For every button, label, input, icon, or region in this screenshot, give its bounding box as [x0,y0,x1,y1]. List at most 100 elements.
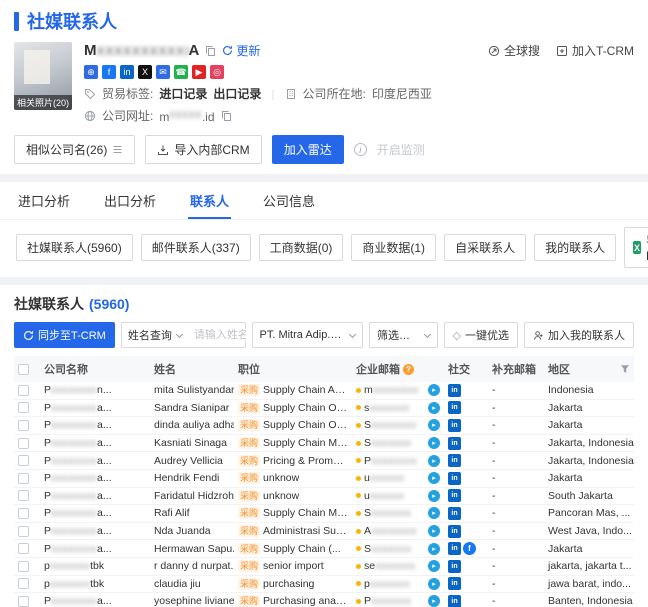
linkedin-icon[interactable]: in [448,383,461,397]
region: Jakarta, Indonesia [548,454,634,467]
row-checkbox[interactable] [18,578,29,590]
name-search-input[interactable] [187,329,252,341]
subtab-social-contacts[interactable]: 社媒联系人(5960) [16,234,133,261]
send-icon[interactable]: ▸ [428,437,440,450]
row-checkbox[interactable] [18,419,29,431]
row-checkbox[interactable] [18,525,29,537]
twitter-x-icon[interactable]: X [138,65,152,79]
select-all-checkbox[interactable] [18,363,29,375]
youtube-icon[interactable]: ▶ [192,65,206,79]
send-icon[interactable]: ▸ [428,384,440,397]
table-row: Pxxxxxxxx a... Kasniati Sinaga 采购 Supply … [14,435,634,453]
tab-contacts[interactable]: 联系人 [188,182,232,219]
send-icon[interactable]: ▸ [428,419,440,432]
linkedin-icon[interactable]: in [448,489,461,503]
linkedin-icon[interactable]: in [448,401,461,415]
extra-email: - [492,437,496,450]
linkedin-icon[interactable]: in [448,524,461,538]
region: Jakarta [548,419,583,432]
subtab-commercial-data[interactable]: 商业数据(1) [351,234,437,261]
instagram-icon[interactable]: ◎ [210,65,224,79]
company-photo[interactable]: 相关照片(20) [14,42,72,110]
linkedin-icon[interactable]: in [120,65,134,79]
add-to-my-contacts-button[interactable]: 加入我的联系人 [524,322,634,348]
tab-import-analysis[interactable]: 进口分析 [16,182,72,219]
excel-icon: X [633,241,641,254]
copy-icon[interactable] [205,45,216,56]
social-cell: in [444,471,488,485]
send-icon[interactable]: ▸ [428,454,440,467]
website-link[interactable]: mxxxxx.id [159,107,214,124]
linkedin-icon[interactable]: in [448,577,461,591]
linkedin-icon[interactable]: in [448,436,461,450]
linkedin-icon[interactable]: in [448,542,461,556]
global-search-button[interactable]: 全球搜 [488,42,540,59]
company-suffix: a... [97,507,112,520]
region: Jakarta [548,472,583,485]
region: Jakarta [548,542,583,555]
send-icon[interactable]: ▸ [428,472,440,485]
linkedin-icon[interactable]: in [448,471,461,485]
row-checkbox[interactable] [18,437,29,449]
send-icon[interactable]: ▸ [428,542,440,555]
copy-icon[interactable] [221,110,232,121]
social-cell: in [444,383,488,397]
refresh-button[interactable]: 更新 [222,42,260,59]
quick-pick-button[interactable]: ◇ 一键优选 [443,322,518,348]
linkedin-icon[interactable]: in [448,506,461,520]
linkedin-icon[interactable]: in [448,594,461,607]
position-cell: 采购 Supply Chain Assistant Man... [234,384,352,397]
row-checkbox[interactable] [18,560,29,572]
phone-icon[interactable]: ☎ [174,65,188,79]
import-crm-button[interactable]: 导入内部CRM [145,135,262,164]
sync-tcrm-button[interactable]: 同步至T-CRM [14,322,115,348]
contact-filter-select[interactable]: 筛选联系人 [368,322,438,348]
send-icon[interactable]: ▸ [428,401,440,414]
facebook-icon[interactable]: f [463,542,476,556]
email-icon[interactable]: ✉ [156,65,170,79]
row-checkbox[interactable] [18,472,29,484]
similar-companies-button[interactable]: 相似公司名(26) [14,135,136,164]
subtab-self-collected[interactable]: 自采联系人 [444,234,527,261]
send-icon[interactable]: ▸ [428,525,440,538]
company-cell: Pxxxxxxxx n... [40,384,150,396]
send-icon[interactable]: ▸ [428,595,440,607]
website-icon[interactable]: ⊕ [84,65,98,79]
monitor-button[interactable]: 开启监测 [377,141,425,158]
send-icon[interactable]: ▸ [428,577,440,590]
contact-name: r danny d nurpat... [154,560,234,573]
email-info-icon[interactable]: ? [403,363,414,375]
extra-email: - [492,507,496,520]
subtab-business-registry[interactable]: 工商数据(0) [258,234,344,261]
send-icon[interactable]: ▸ [428,560,440,573]
send-icon[interactable]: ▸ [428,489,440,502]
row-checkbox[interactable] [18,490,29,502]
join-tcrm-button[interactable]: 加入T-CRM [556,42,634,59]
export-record-link[interactable]: 出口记录 [213,85,261,102]
info-icon[interactable]: i [353,143,367,156]
social-cell: in [444,594,488,607]
subtab-email-contacts[interactable]: 邮件联系人(337) [140,234,251,261]
row-checkbox[interactable] [18,543,29,555]
row-checkbox[interactable] [18,507,29,519]
import-record-link[interactable]: 进口记录 [159,85,207,102]
facebook-icon[interactable]: f [102,65,116,79]
linkedin-icon[interactable]: in [448,559,461,573]
row-checkbox[interactable] [18,595,29,607]
row-checkbox[interactable] [18,402,29,414]
company-filter-select[interactable]: PT. Mitra Adip...(4467) [251,322,363,348]
row-checkbox[interactable] [18,455,29,467]
tab-export-analysis[interactable]: 出口分析 [102,182,158,219]
send-icon[interactable]: ▸ [428,507,440,520]
filter-icon[interactable] [620,364,630,374]
refresh-icon [223,45,233,55]
linkedin-icon[interactable]: in [448,418,461,432]
subtab-my-contacts[interactable]: 我的联系人 [534,234,617,261]
linkedin-icon[interactable]: in [448,454,461,468]
name-query-dropdown[interactable]: 姓名查询 [122,327,188,343]
company-cell: Pxxxxxxxx a... [40,455,150,467]
row-checkbox[interactable] [18,384,29,396]
export-excel-button[interactable]: X 导出 Excel [624,227,648,268]
join-radar-button[interactable]: 加入雷达 [271,135,344,164]
tab-company-info[interactable]: 公司信息 [261,182,317,219]
